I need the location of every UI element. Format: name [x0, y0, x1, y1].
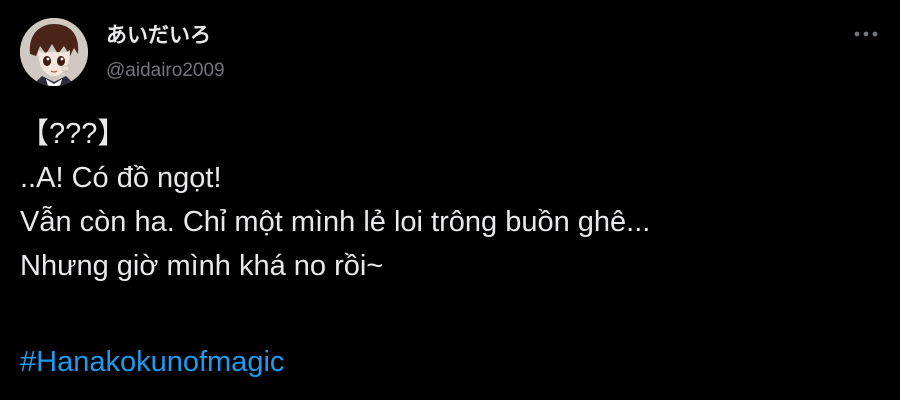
more-horizontal-icon: [854, 31, 878, 37]
avatar[interactable]: [20, 18, 88, 86]
handle[interactable]: @aidairo2009: [106, 59, 225, 83]
tweet-text-line: Vẫn còn ha. Chỉ một mình lẻ loi trông bu…: [20, 206, 651, 238]
tweet-text: 【???】 ..A! Có đồ ngọt! Vẫn còn ha. Chỉ m…: [20, 112, 880, 288]
tweet-header: あいだいろ @aidairo2009: [20, 18, 225, 86]
tweet: あいだいろ @aidairo2009 【???】 ..A! Có đồ ngọt…: [0, 0, 900, 400]
more-options-button[interactable]: [848, 22, 884, 46]
hashtag-link[interactable]: #Hanakokunofmagic: [20, 340, 284, 384]
tweet-text-line: 【???】: [20, 118, 127, 150]
author-names: あいだいろ @aidairo2009: [106, 21, 225, 83]
display-name[interactable]: あいだいろ: [106, 23, 225, 49]
tweet-text-line: ..A! Có đồ ngọt!: [20, 162, 222, 194]
avatar-illustration: [20, 18, 88, 86]
tweet-text-line: Nhưng giờ mình khá no rồi~: [20, 250, 384, 282]
